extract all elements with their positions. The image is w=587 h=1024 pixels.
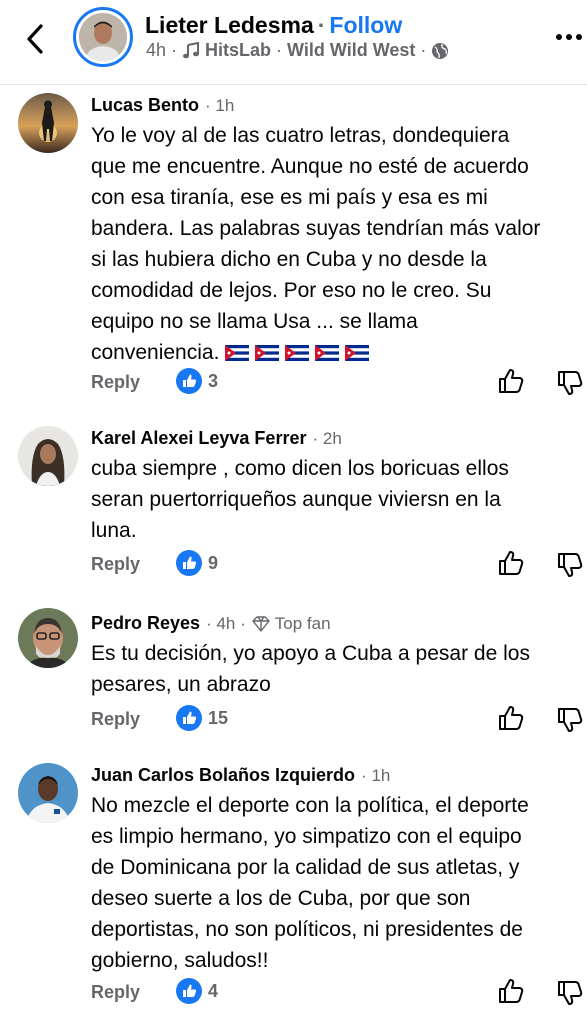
- reply-button[interactable]: Reply: [91, 554, 140, 575]
- comment-time-value: 1h: [215, 95, 235, 115]
- reply-button[interactable]: Reply: [91, 709, 140, 730]
- like-count[interactable]: 4: [176, 978, 218, 1004]
- commenter-avatar[interactable]: [18, 608, 78, 668]
- comment-time: · 4h ·: [206, 613, 246, 633]
- like-badge-icon: [176, 705, 202, 731]
- like-count[interactable]: 15: [176, 705, 228, 731]
- cuba-flags: 🇨🇺🇨🇺🇨🇺🇨🇺🇨🇺: [219, 341, 375, 364]
- commenter-name[interactable]: Lucas Bento: [91, 95, 199, 116]
- commenter-photo: [18, 426, 78, 486]
- author-name[interactable]: Lieter Ledesma: [145, 12, 314, 38]
- thumbs-up-icon[interactable]: [497, 704, 525, 732]
- commenter-name-row: Juan Carlos Bolaños Izquierdo · 1h: [91, 765, 390, 786]
- like-count-value: 3: [208, 370, 219, 391]
- comment-time-value: 2h: [322, 428, 342, 448]
- comment-text: Es tu decisión, yo apoyo a Cuba a pesar …: [91, 642, 530, 696]
- back-arrow-icon[interactable]: [22, 22, 50, 56]
- meta-dot-2: ·: [276, 40, 283, 60]
- follow-button[interactable]: Follow: [329, 12, 402, 38]
- post-meta: 4h · HitsLab · Wild Wild West ·: [146, 40, 449, 61]
- author-line: Lieter Ledesma · Follow: [145, 12, 402, 39]
- comment-time-value: 1h: [371, 765, 391, 785]
- commenter-photo: [18, 93, 78, 153]
- meta-dot-3: ·: [420, 40, 427, 60]
- cuba-flag-icon: [255, 345, 280, 361]
- commenter-photo: [18, 608, 78, 668]
- reply-button[interactable]: Reply: [91, 372, 140, 393]
- comment-text: No mezcle el deporte con la política, el…: [91, 794, 529, 972]
- comment-time: · 1h: [205, 95, 235, 115]
- top-fan-badge: Top fan: [252, 614, 331, 634]
- like-badge-icon: [176, 368, 202, 394]
- like-count-value: 4: [208, 980, 219, 1001]
- comment-time: · 1h: [361, 765, 391, 785]
- cuba-flag-icon: [225, 345, 250, 361]
- thumbs-down-icon[interactable]: [556, 551, 584, 579]
- author-separator: ·: [317, 12, 326, 38]
- music-label[interactable]: HitsLab: [205, 40, 271, 61]
- thumbs-down-icon[interactable]: [556, 979, 584, 1007]
- like-count[interactable]: 9: [176, 550, 218, 576]
- song-label[interactable]: Wild Wild West: [287, 40, 415, 61]
- music-note-icon: [183, 41, 200, 58]
- commenter-name[interactable]: Pedro Reyes: [91, 613, 200, 634]
- diamond-icon: [252, 615, 270, 632]
- like-badge-icon: [176, 978, 202, 1004]
- thumbs-up-icon[interactable]: [497, 367, 525, 395]
- more-options-icon[interactable]: [554, 32, 584, 42]
- thumbs-up-icon[interactable]: [497, 977, 525, 1005]
- commenter-photo: [18, 763, 78, 823]
- comment-time-value: 4h: [216, 613, 236, 633]
- globe-icon: [432, 42, 449, 59]
- thumbs-down-icon[interactable]: [556, 369, 584, 397]
- like-count[interactable]: 3: [176, 368, 218, 394]
- cuba-flag-icon: [315, 345, 340, 361]
- meta-dot: ·: [171, 40, 178, 60]
- commenter-name[interactable]: Juan Carlos Bolaños Izquierdo: [91, 765, 355, 786]
- author-photo: [79, 13, 127, 61]
- like-count-value: 15: [208, 707, 229, 728]
- commenter-name-row: Lucas Bento · 1h: [91, 95, 234, 116]
- comment-text: Yo le voy al de las cuatro letras, donde…: [91, 120, 581, 368]
- like-badge-icon: [176, 550, 202, 576]
- commenter-name[interactable]: Karel Alexei Leyva Ferrer: [91, 428, 306, 449]
- commenter-name-row: Pedro Reyes · 4h · Top fan: [91, 613, 331, 634]
- post-header: Lieter Ledesma · Follow 4h · HitsLab · Wil…: [0, 0, 587, 85]
- like-count-value: 9: [208, 552, 219, 573]
- commenter-avatar[interactable]: [18, 426, 78, 486]
- thumbs-up-icon[interactable]: [497, 549, 525, 577]
- author-avatar[interactable]: [73, 7, 133, 67]
- reply-button[interactable]: Reply: [91, 982, 140, 1003]
- cuba-flag-icon: [285, 345, 310, 361]
- comment-text: cuba siempre , como dicen los boricuas e…: [91, 457, 509, 542]
- comment-time: · 2h: [312, 428, 342, 448]
- cuba-flag-icon: [345, 345, 370, 361]
- post-time: 4h: [146, 40, 167, 60]
- commenter-name-row: Karel Alexei Leyva Ferrer · 2h: [91, 428, 342, 449]
- thumbs-down-icon[interactable]: [556, 706, 584, 734]
- commenter-avatar[interactable]: [18, 763, 78, 823]
- commenter-avatar[interactable]: [18, 93, 78, 153]
- top-fan-label: Top fan: [274, 613, 331, 633]
- comment-body: Yo le voy al de las cuatro letras, donde…: [91, 124, 541, 364]
